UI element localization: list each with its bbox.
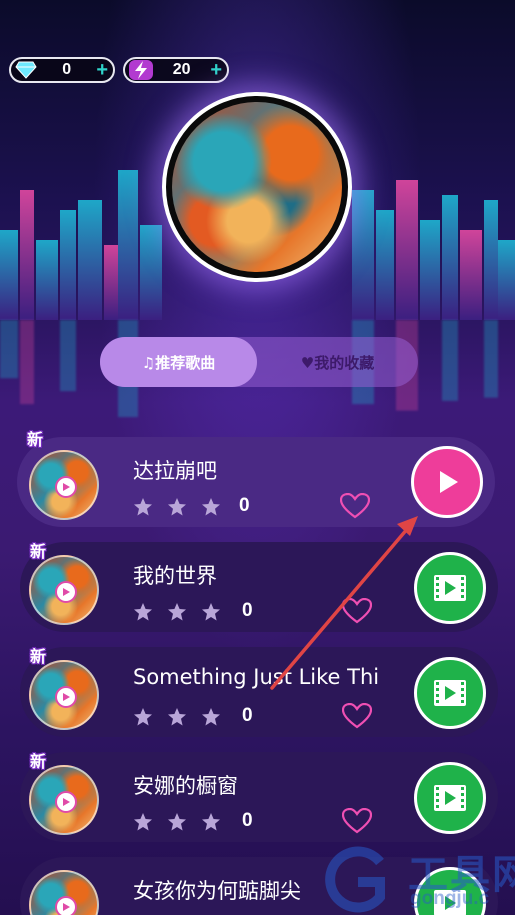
star-icon [134,603,152,621]
play-icon [55,791,77,813]
song-score: 0 [242,705,253,726]
song-thumbnail [29,555,99,625]
watch-video-button[interactable] [414,762,486,834]
song-row[interactable]: 新 达拉崩吧 0 [17,430,495,527]
watch-video-button[interactable] [414,657,486,729]
watermark-logo [325,846,385,913]
video-icon [434,575,466,601]
star-rating [133,497,221,517]
heart-icon[interactable] [342,703,372,729]
song-thumbnail [29,870,99,915]
star-icon [168,813,186,831]
star-icon [134,708,152,726]
play-icon [55,581,77,603]
star-icon [202,708,220,726]
star-icon [168,708,186,726]
song-score: 0 [239,495,250,516]
star-icon [134,813,152,831]
gems-value: 0 [62,61,72,78]
energy-value: 20 [172,61,191,78]
song-cover-disc [162,92,352,282]
watermark-url: gongju.c [410,888,490,909]
tab-bar: ♫推荐歌曲 ♥我的收藏 [100,337,418,387]
watch-video-button[interactable] [414,552,486,624]
watermark: 工具网 gongju.c [318,842,515,915]
new-badge: 新 [30,542,47,561]
add-gems-icon[interactable]: + [96,60,108,80]
song-title: 达拉崩吧 [133,459,217,483]
play-button[interactable] [411,446,483,518]
lightning-icon [129,60,153,80]
song-title: 安娜的橱窗 [133,774,238,798]
play-icon [55,686,77,708]
new-badge: 新 [30,647,47,666]
heart-icon[interactable] [342,598,372,624]
song-title: Something Just Like Thi [133,665,380,689]
tab-recommended-songs[interactable]: ♫推荐歌曲 [100,337,257,387]
new-badge: 新 [30,752,47,771]
diamond-icon [15,59,37,81]
new-badge: 新 [27,430,44,449]
song-thumbnail [29,660,99,730]
song-row[interactable]: 新 安娜的橱窗 0 [20,752,498,842]
star-rating [133,602,221,622]
star-icon [202,498,220,516]
play-icon [55,896,77,915]
video-icon [434,785,466,811]
song-score: 0 [242,600,253,621]
star-icon [168,603,186,621]
star-rating [133,812,221,832]
video-icon [434,680,466,706]
heart-icon[interactable] [342,808,372,834]
gems-counter[interactable]: 0 + [9,57,115,83]
song-thumbnail [29,450,99,520]
song-score: 0 [242,810,253,831]
play-icon [55,476,77,498]
heart-icon[interactable] [340,493,370,519]
star-icon [202,603,220,621]
star-icon [202,813,220,831]
tab-my-favorites[interactable]: ♥我的收藏 [257,337,418,387]
add-energy-icon[interactable]: + [210,60,222,80]
star-icon [134,498,152,516]
star-icon [168,498,186,516]
star-rating [133,707,221,727]
song-title: 我的世界 [133,564,217,588]
song-row[interactable]: 新 Something Just Like Thi 0 [20,647,498,737]
cover-art-image [172,102,342,272]
play-icon [440,471,458,493]
energy-counter[interactable]: 20 + [123,57,229,83]
song-thumbnail [29,765,99,835]
song-row[interactable]: 新 我的世界 0 [20,542,498,632]
